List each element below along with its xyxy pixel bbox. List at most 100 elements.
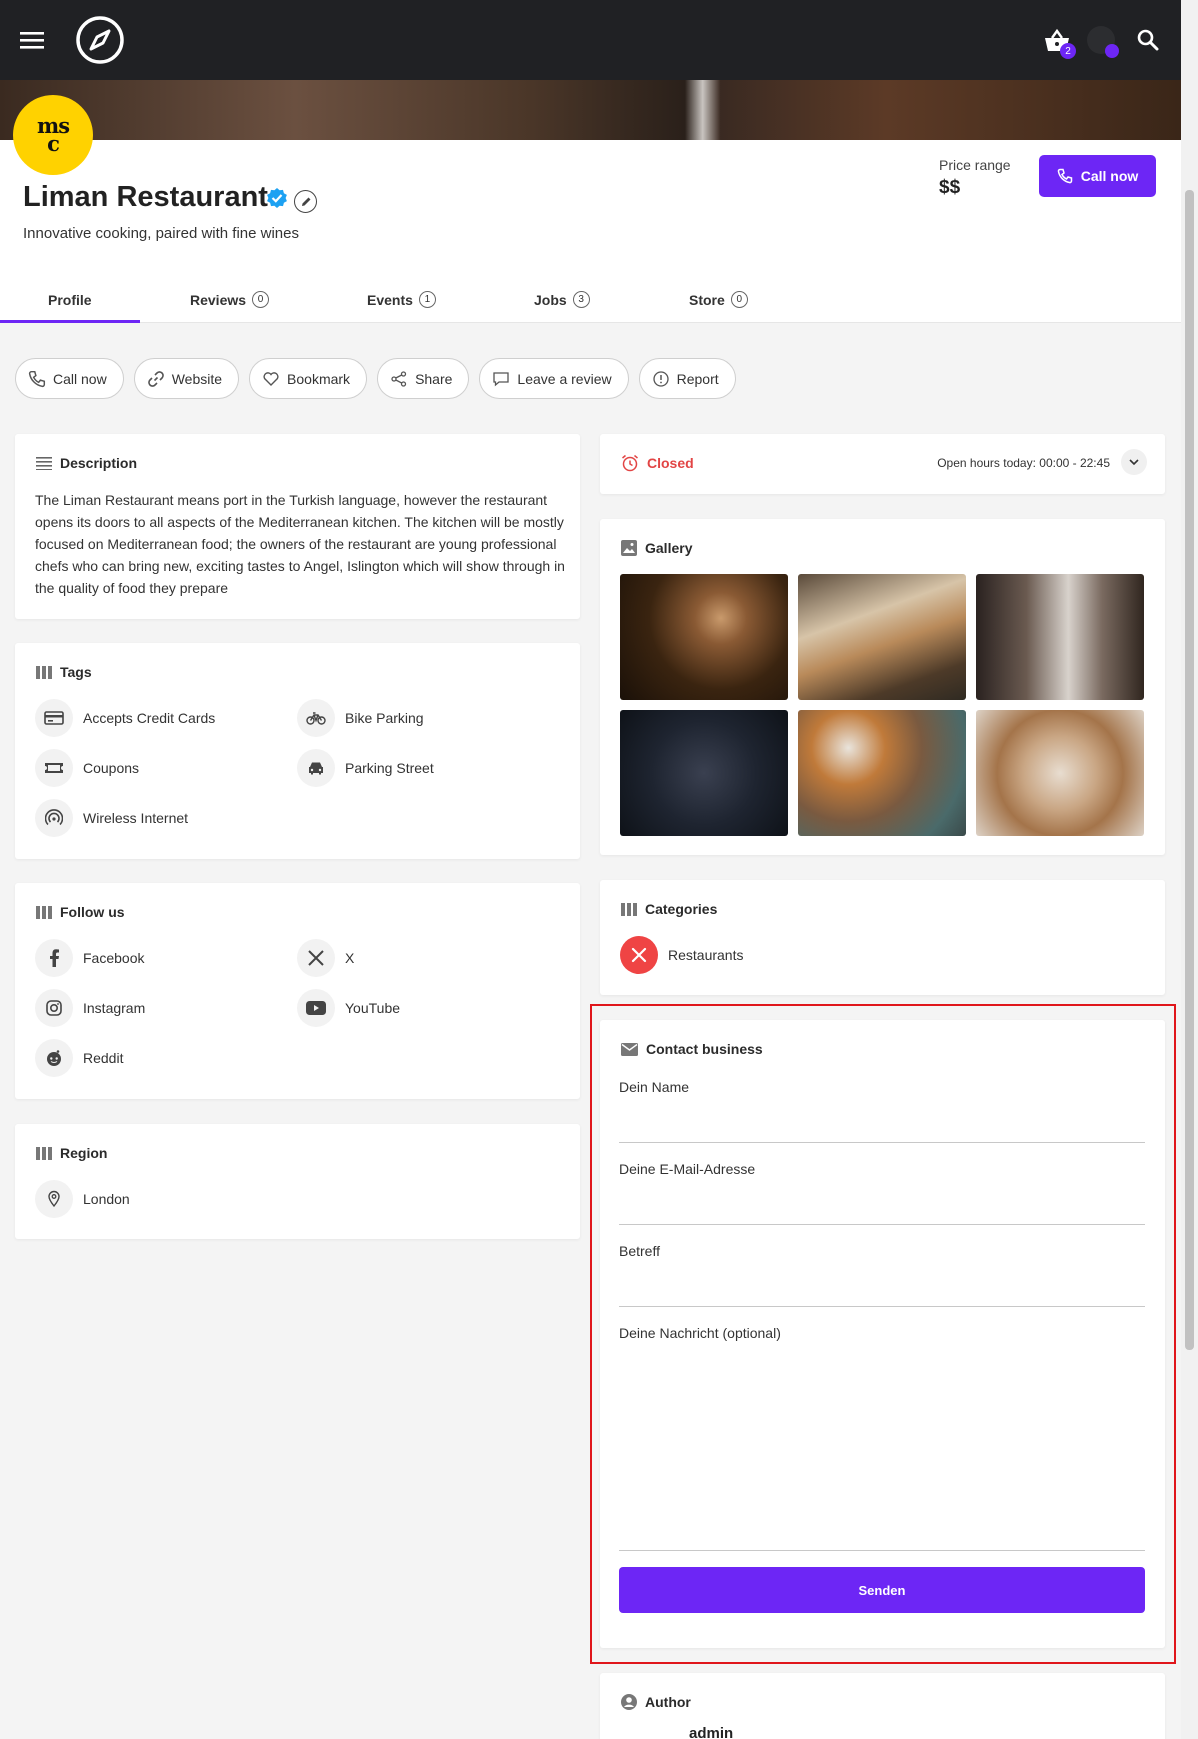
search-icon[interactable] xyxy=(1132,24,1164,56)
user-avatar[interactable] xyxy=(1087,26,1119,58)
pill-label: Call now xyxy=(53,370,107,387)
pill-label: Report xyxy=(676,370,719,387)
credit-card-icon xyxy=(35,699,73,737)
phone-icon xyxy=(28,370,46,387)
bike-icon xyxy=(297,699,335,737)
columns-icon xyxy=(621,902,637,916)
logo-text: msc xyxy=(36,113,70,156)
tab-profile[interactable]: Profile xyxy=(48,276,92,323)
social-link-youtube[interactable]: YouTube xyxy=(297,989,400,1027)
columns-icon xyxy=(36,1146,52,1160)
pill-label: Leave a review xyxy=(517,370,612,387)
open-hours-card: Closed Open hours today: 00:00 - 22:45 xyxy=(600,434,1165,494)
card-title-text: Tags xyxy=(60,664,92,680)
gallery-photo[interactable] xyxy=(976,710,1144,836)
phone-icon xyxy=(1057,168,1072,184)
tab-count-badge: 1 xyxy=(418,291,436,308)
business-logo: msc xyxy=(13,95,93,175)
tab-label: Jobs xyxy=(534,291,567,308)
card-title-text: Follow us xyxy=(60,904,125,920)
social-label: YouTube xyxy=(345,1000,401,1016)
tab-store[interactable]: Store 0 xyxy=(689,276,748,323)
call-now-pill-button[interactable]: Call now xyxy=(15,358,124,399)
business-title: Liman Restaurant xyxy=(23,181,268,213)
follow-us-card: Follow us Facebook X Instagram YouTube R… xyxy=(15,883,580,1099)
author-name[interactable]: admin xyxy=(689,1725,733,1739)
gallery-photo[interactable] xyxy=(620,574,788,700)
card-title-text: Categories xyxy=(645,901,718,917)
card-title-text: Description xyxy=(60,455,138,471)
tag-label: Wireless Internet xyxy=(83,810,189,826)
highlight-box xyxy=(590,1004,1176,1664)
comment-icon xyxy=(493,371,510,386)
tab-jobs[interactable]: Jobs 3 xyxy=(534,276,590,323)
tab-label: Reviews xyxy=(190,291,247,308)
price-range-label: Price range xyxy=(939,157,1011,173)
reddit-icon xyxy=(35,1039,73,1077)
categories-heading: Categories xyxy=(621,901,717,917)
card-title-text: Author xyxy=(645,1694,691,1710)
tag-label: Bike Parking xyxy=(345,710,424,726)
call-now-button[interactable]: Call now xyxy=(1039,155,1156,197)
social-link-reddit[interactable]: Reddit xyxy=(35,1039,123,1077)
social-label: X xyxy=(345,950,355,966)
tag-label: Coupons xyxy=(83,760,140,776)
tag-item: Bike Parking xyxy=(297,699,424,737)
heart-icon xyxy=(263,371,279,386)
location-pin-icon xyxy=(35,1180,73,1218)
pill-label: Share xyxy=(415,370,453,387)
tag-item: Accepts Credit Cards xyxy=(35,699,215,737)
online-status-dot xyxy=(1105,44,1119,58)
profile-tabs: Profile Reviews 0 Events 1 Jobs 3 Store 0 xyxy=(0,276,1181,323)
tab-events[interactable]: Events 1 xyxy=(367,276,436,323)
cart-count-badge: 2 xyxy=(1060,43,1076,59)
report-pill-button[interactable]: Report xyxy=(638,358,736,399)
bookmark-pill-button[interactable]: Bookmark xyxy=(249,358,368,399)
youtube-icon xyxy=(297,989,335,1027)
instagram-icon xyxy=(35,989,73,1027)
cover-image xyxy=(0,80,1181,140)
social-link-facebook[interactable]: Facebook xyxy=(35,939,144,977)
tag-label: Accepts Credit Cards xyxy=(83,710,216,726)
alarm-clock-icon xyxy=(622,454,638,472)
business-tagline: Innovative cooking, paired with fine win… xyxy=(23,225,299,242)
gallery-heading: Gallery xyxy=(621,540,692,556)
leave-review-pill-button[interactable]: Leave a review xyxy=(479,358,629,399)
wifi-icon xyxy=(35,799,73,837)
call-now-label: Call now xyxy=(1080,168,1139,184)
user-circle-icon xyxy=(621,1694,637,1710)
tag-label: Parking Street xyxy=(345,760,434,776)
gallery-photo[interactable] xyxy=(620,710,788,836)
card-title-text: Region xyxy=(60,1145,108,1161)
tab-reviews[interactable]: Reviews 0 xyxy=(190,276,270,323)
pencil-icon xyxy=(301,197,310,206)
region-label: London xyxy=(83,1191,130,1207)
category-item[interactable]: Restaurants xyxy=(620,936,743,974)
text-lines-icon xyxy=(36,457,52,470)
menu-icon[interactable] xyxy=(14,22,50,58)
social-link-instagram[interactable]: Instagram xyxy=(35,989,145,1027)
tab-count-badge: 3 xyxy=(572,291,590,308)
tab-count-badge: 0 xyxy=(730,291,748,308)
categories-card: Categories Restaurants xyxy=(600,880,1165,995)
tab-count-badge: 0 xyxy=(252,291,270,308)
pill-label: Website xyxy=(171,370,223,387)
gallery-photo[interactable] xyxy=(798,710,966,836)
scrollbar-thumb[interactable] xyxy=(1185,190,1194,1350)
share-pill-button[interactable]: Share xyxy=(377,358,470,399)
gallery-photo[interactable] xyxy=(798,574,966,700)
compass-logo-icon[interactable] xyxy=(74,14,126,66)
hours-expand-button[interactable] xyxy=(1121,449,1147,475)
tab-label: Store xyxy=(689,291,725,308)
open-status: Closed xyxy=(621,454,694,472)
gallery-card: Gallery xyxy=(600,519,1165,855)
cart-icon[interactable]: 2 xyxy=(1040,24,1076,59)
edit-listing-button[interactable] xyxy=(294,190,317,213)
columns-icon xyxy=(36,665,52,679)
website-pill-button[interactable]: Website xyxy=(133,358,240,399)
gallery-photo[interactable] xyxy=(976,574,1144,700)
social-link-x[interactable]: X xyxy=(297,939,354,977)
coupon-icon xyxy=(35,749,73,787)
price-range-value: $$ xyxy=(939,177,961,198)
region-item[interactable]: London xyxy=(35,1180,130,1218)
